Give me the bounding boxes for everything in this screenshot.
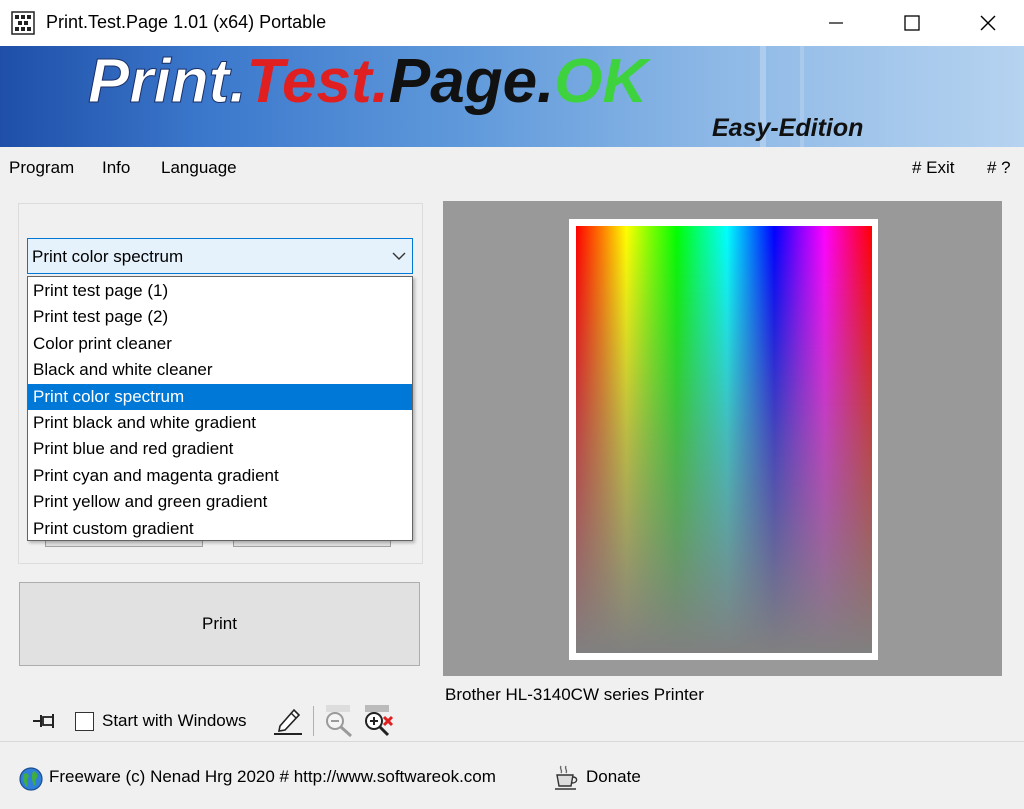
dropdown-option-test-page-1[interactable]: Print test page (1) <box>28 278 412 304</box>
banner-page-word: Page. <box>389 47 554 116</box>
maximize-button[interactable] <box>874 0 950 46</box>
print-button[interactable]: Print <box>19 582 420 666</box>
globe-icon[interactable] <box>18 766 44 792</box>
close-button[interactable] <box>950 0 1024 46</box>
printer-name: Brother HL-3140CW series Printer <box>445 685 704 704</box>
window-title: Print.Test.Page 1.01 (x64) Portable <box>46 12 327 32</box>
pin-icon[interactable] <box>32 709 60 733</box>
dropdown-option-yellow-green-gradient[interactable]: Print yellow and green gradient <box>28 489 412 515</box>
banner-test-word: Test. <box>246 47 388 116</box>
chevron-down-icon[interactable] <box>392 249 406 263</box>
color-spectrum-preview <box>576 226 872 653</box>
banner-print-word: Print. <box>88 47 246 116</box>
app-banner: Print.Test.Page.OK Easy-Edition <box>0 46 1024 147</box>
banner-logo: Print.Test.Page.OK Easy-Edition <box>88 46 863 147</box>
dropdown-option-bw-cleaner[interactable]: Black and white cleaner <box>28 357 412 383</box>
menu-bar: Program Info Language # Exit # ? <box>0 147 1024 189</box>
dropdown-option-color-spectrum[interactable]: Print color spectrum <box>28 383 412 410</box>
freeware-link[interactable]: Freeware (c) Nenad Hrg 2020 # http://www… <box>49 767 496 787</box>
menu-help[interactable]: # ? <box>987 158 1011 178</box>
banner-ok-word: OK <box>554 47 651 116</box>
close-icon <box>980 15 996 31</box>
title-bar: Print.Test.Page 1.01 (x64) Portable <box>0 0 1024 46</box>
zoom-in-icon[interactable] <box>362 704 396 738</box>
start-with-windows-checkbox[interactable] <box>75 712 94 731</box>
zoom-out-icon[interactable] <box>323 704 357 738</box>
mode-combobox[interactable]: Print color spectrum <box>27 238 413 274</box>
dropdown-option-blue-red-gradient[interactable]: Print blue and red gradient <box>28 436 412 462</box>
menu-exit[interactable]: # Exit <box>912 158 955 178</box>
menu-language[interactable]: Language <box>161 158 237 178</box>
dropdown-option-bw-gradient[interactable]: Print black and white gradient <box>28 410 412 436</box>
minimize-button[interactable] <box>798 0 874 46</box>
menu-info[interactable]: Info <box>102 158 130 178</box>
banner-edition: Easy-Edition <box>712 114 863 142</box>
start-with-windows-label[interactable]: Start with Windows <box>102 711 247 731</box>
combobox-value: Print color spectrum <box>32 247 184 266</box>
dropdown-option-custom-gradient[interactable]: Print custom gradient <box>28 516 412 542</box>
spectrum-gray-fade-layer <box>576 226 872 653</box>
svg-text:Print.Test.Page.OK: Print.Test.Page.OK <box>88 47 652 116</box>
dropdown-option-cyan-magenta-gradient[interactable]: Print cyan and magenta gradient <box>28 463 412 489</box>
coffee-cup-icon[interactable] <box>553 764 581 792</box>
donate-link[interactable]: Donate <box>586 767 641 787</box>
dropdown-option-test-page-2[interactable]: Print test page (2) <box>28 304 412 330</box>
maximize-icon <box>904 15 920 31</box>
menu-program[interactable]: Program <box>9 158 74 178</box>
printer-test-icon <box>11 11 35 35</box>
minimize-icon <box>829 22 843 24</box>
mode-dropdown-list: Print test page (1) Print test page (2) … <box>27 276 413 541</box>
toolbar-separator <box>313 706 314 736</box>
edit-icon[interactable] <box>272 706 304 736</box>
dropdown-option-color-cleaner[interactable]: Color print cleaner <box>28 331 412 357</box>
